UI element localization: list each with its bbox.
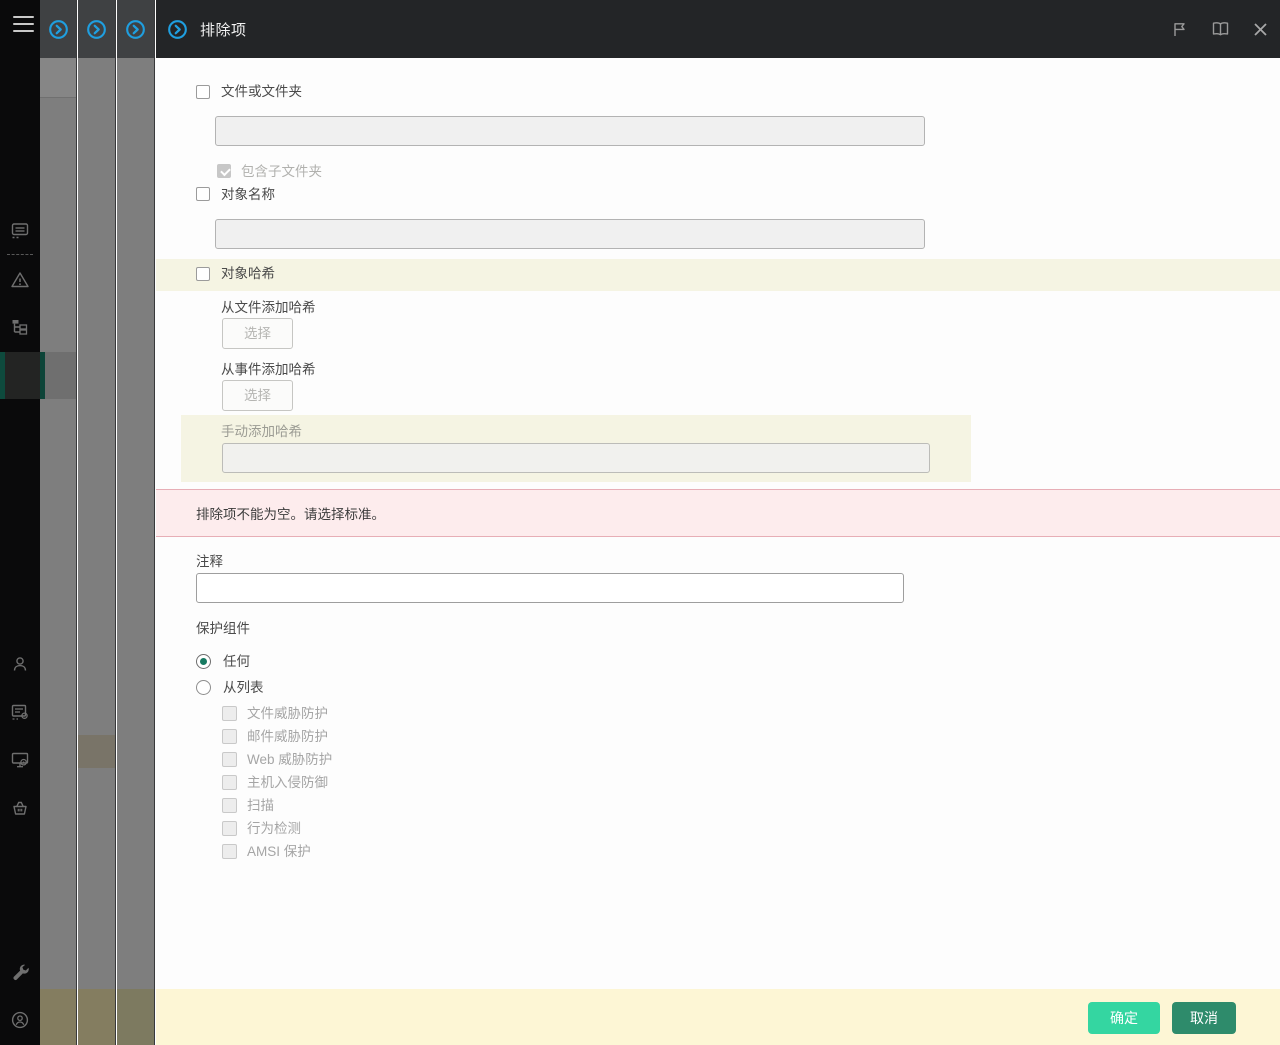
include-subfolders-label: 包含子文件夹 [241,164,322,180]
file-or-folder-input[interactable] [215,116,925,146]
hash-from-file-select-button[interactable]: 选择 [222,318,293,349]
circle-arrow-icon [48,19,69,40]
comment-label: 注释 [196,554,223,570]
stacked-panel-1[interactable] [40,0,77,1045]
devices-icon[interactable] [10,750,30,770]
cancel-button[interactable]: 取消 [1172,1002,1236,1034]
flag-icon[interactable] [1171,21,1188,38]
protection-components-list: 文件威胁防护 邮件威胁防护 Web 威胁防护 主机入侵防御 扫描 行为检测 AM… [222,706,332,867]
component-row: 主机入侵防御 [222,775,332,790]
circle-arrow-icon [86,19,107,40]
component-label: AMSI 保护 [247,844,311,859]
manual-hash-label: 手动添加哈希 [221,424,302,440]
file-or-folder-checkbox[interactable] [196,85,210,99]
circle-arrow-icon [125,19,146,40]
hash-from-file-label: 从文件添加哈希 [221,300,316,316]
app-sidebar [0,0,40,1045]
component-checkbox[interactable] [222,798,237,813]
panel-2-header[interactable] [78,0,115,58]
monitoring-icon[interactable] [10,220,30,240]
file-or-folder-label: 文件或文件夹 [221,84,302,100]
component-row: AMSI 保护 [222,844,332,859]
object-name-label: 对象名称 [221,187,275,203]
stacked-panel-3[interactable] [117,0,155,1045]
component-checkbox[interactable] [222,706,237,721]
settings-wrench-icon[interactable] [10,962,30,982]
alerts-icon[interactable] [10,270,30,290]
include-subfolders-checkbox [217,164,231,178]
component-checkbox[interactable] [222,775,237,790]
dialog-header: 排除项 [156,0,1280,58]
component-label: 扫描 [247,798,274,813]
component-checkbox[interactable] [222,844,237,859]
comment-input[interactable] [196,573,904,603]
component-label: 文件威胁防护 [247,706,328,721]
manual-hash-input[interactable] [222,443,930,473]
ok-button[interactable]: 确定 [1088,1002,1160,1034]
protection-from-list-radio[interactable] [196,680,211,695]
component-row: 扫描 [222,798,332,813]
dialog-footer: 确定 取消 [156,989,1280,1045]
app-window: 排除项 文件或文件夹 包含子文件夹 对象名称 对象哈希 从文件添加哈希 选择 从… [0,0,1280,1045]
close-icon[interactable] [1253,22,1268,37]
component-checkbox[interactable] [222,752,237,767]
stacked-panel-2[interactable] [78,0,116,1045]
page-title: 排除项 [200,19,247,40]
circle-arrow-icon [167,19,188,40]
object-hash-label: 对象哈希 [221,266,275,282]
sidebar-selected-accent [0,352,5,399]
component-row: 行为检测 [222,821,332,836]
panel-3-body [117,58,154,1045]
protection-components-label: 保护组件 [196,621,250,637]
component-label: 行为检测 [247,821,301,836]
validation-error-text: 排除项不能为空。请选择标准。 [196,503,385,523]
account-icon[interactable] [10,1010,30,1030]
sidebar-item-selected[interactable] [0,352,40,399]
component-label: 邮件威胁防护 [247,729,328,744]
exclusion-dialog: 排除项 文件或文件夹 包含子文件夹 对象名称 对象哈希 从文件添加哈希 选择 从… [156,0,1280,1045]
object-name-input[interactable] [215,219,925,249]
component-row: 邮件威胁防护 [222,729,332,744]
object-name-checkbox[interactable] [196,187,210,201]
component-checkbox[interactable] [222,821,237,836]
protection-any-label: 任何 [223,654,250,670]
object-hash-checkbox[interactable] [196,267,210,281]
panel-3-header[interactable] [117,0,154,58]
marketplace-icon[interactable] [10,798,30,818]
panel-1-header[interactable] [40,0,76,58]
protection-from-list-label: 从列表 [223,680,264,696]
component-row: Web 威胁防护 [222,752,332,767]
validation-error-bar: 排除项不能为空。请选择标准。 [156,489,1280,537]
policies-icon[interactable] [10,702,30,722]
hierarchy-icon[interactable] [10,317,30,337]
panel-2-body [78,58,115,1045]
hash-from-event-select-button[interactable]: 选择 [222,380,293,411]
hash-from-event-label: 从事件添加哈希 [221,362,316,378]
menu-icon[interactable] [13,16,34,32]
users-icon[interactable] [10,654,30,674]
component-label: 主机入侵防御 [247,775,328,790]
component-row: 文件威胁防护 [222,706,332,721]
help-book-icon[interactable] [1211,21,1230,37]
sidebar-divider [7,254,33,255]
component-label: Web 威胁防护 [247,752,332,767]
component-checkbox[interactable] [222,729,237,744]
protection-any-radio[interactable] [196,654,211,669]
panel-1-body [40,58,76,1045]
object-hash-band [156,259,1280,291]
